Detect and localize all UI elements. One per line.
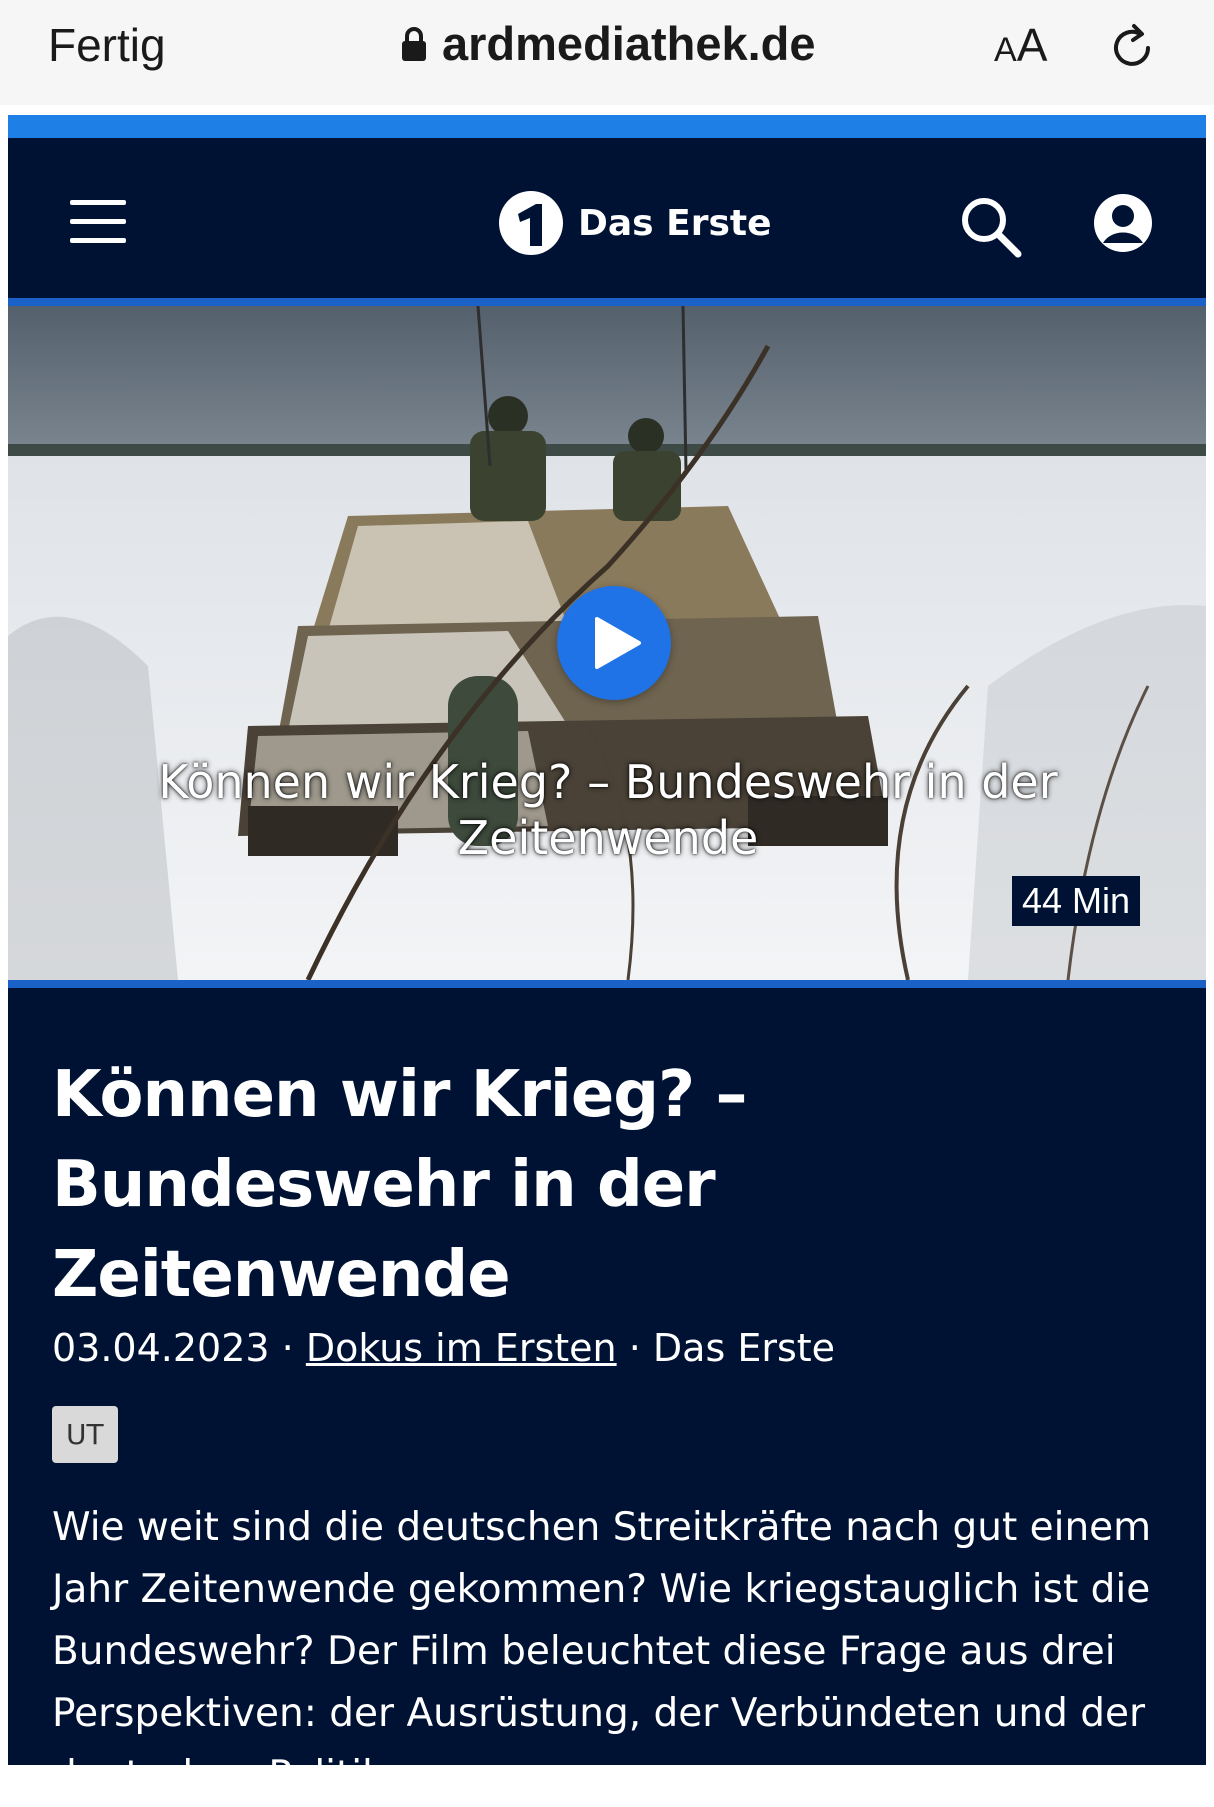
series-link[interactable]: Dokus im Ersten [306, 1326, 617, 1370]
broadcast-date: 03.04.2023 [52, 1326, 270, 1370]
logo-text: Das Erste [578, 202, 772, 244]
play-icon [595, 617, 641, 669]
video-player[interactable]: Können wir Krieg? – Bundeswehr in der Ze… [8, 306, 1206, 980]
das-erste-logo[interactable]: Das Erste [498, 190, 772, 256]
video-overlay-title: Können wir Krieg? – Bundeswehr in der Ze… [158, 755, 1058, 865]
video-meta: 03.04.2023 · Dokus im Ersten · Das Erste [52, 1326, 1162, 1370]
user-icon[interactable] [1093, 193, 1153, 253]
browser-toolbar: Fertig ardmediathek.de AA [0, 0, 1214, 105]
play-button[interactable] [557, 586, 671, 700]
logo-one-icon [499, 191, 563, 255]
video-description: Wie weit sind die deutschen Streitkräfte… [52, 1505, 1152, 1798]
address-bar[interactable]: ardmediathek.de [400, 16, 816, 71]
lock-icon [402, 26, 426, 61]
player-divider [8, 980, 1206, 988]
done-button[interactable]: Fertig [48, 18, 166, 72]
header-divider [8, 298, 1206, 306]
url-text: ardmediathek.de [442, 17, 816, 70]
search-icon[interactable] [958, 194, 1024, 260]
meta-separator: · [281, 1326, 294, 1370]
duration-badge: 44 Min [1012, 876, 1141, 926]
meta-separator: · [628, 1326, 641, 1370]
menu-icon[interactable] [70, 198, 136, 246]
subtitle-badge: UT [52, 1406, 118, 1463]
reload-icon[interactable] [1108, 20, 1158, 76]
channel-name: Das Erste [652, 1326, 836, 1370]
page-title: Können wir Krieg? – Bundeswehr in der Ze… [52, 1058, 747, 1312]
site-header: Das Erste [8, 138, 1206, 298]
video-details: Können wir Krieg? – Bundeswehr in der Ze… [52, 1050, 1162, 1807]
text-size-button[interactable]: AA [994, 18, 1047, 72]
accent-strip [8, 115, 1206, 138]
